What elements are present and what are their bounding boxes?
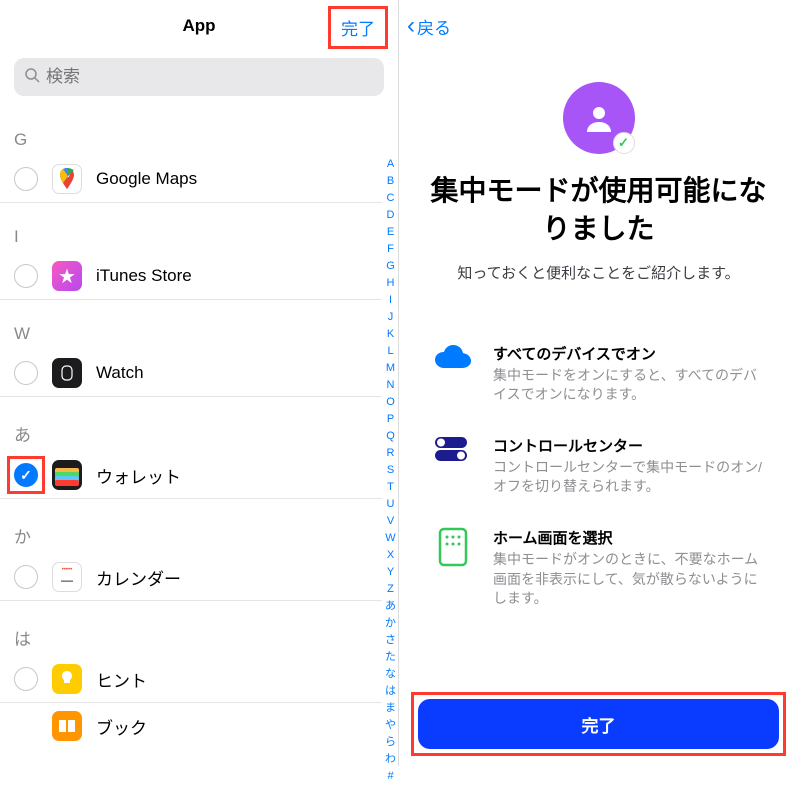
index-letter[interactable]: Q	[385, 428, 396, 445]
index-letter[interactable]: さ	[385, 632, 396, 649]
index-letter[interactable]: O	[385, 394, 396, 411]
app-row-itunes[interactable]: ★ iTunes Store	[0, 253, 382, 300]
feature-title: コントロールセンター	[493, 435, 766, 456]
app-row-watch[interactable]: Watch	[0, 350, 382, 397]
index-bar[interactable]: ABCDEFGHIJKLMNOPQRSTUVWXYZあかさたなはまやらわ#	[385, 156, 396, 785]
select-radio[interactable]	[14, 565, 38, 589]
index-letter[interactable]: #	[385, 768, 396, 785]
index-letter[interactable]: P	[385, 411, 396, 428]
app-label: ヒント	[96, 667, 147, 692]
index-letter[interactable]: R	[385, 445, 396, 462]
app-icon-watch	[52, 358, 82, 388]
hero-title: 集中モードが使用可能になりました	[419, 172, 778, 248]
index-letter[interactable]: H	[385, 275, 396, 292]
index-letter[interactable]: M	[385, 360, 396, 377]
index-letter[interactable]: C	[385, 190, 396, 207]
back-label: 戻る	[417, 14, 451, 39]
index-letter[interactable]: D	[385, 207, 396, 224]
search-input[interactable]	[14, 58, 384, 96]
feature-title: ホーム画面を選択	[493, 527, 766, 548]
index-letter[interactable]: V	[385, 513, 396, 530]
app-label: Watch	[96, 363, 144, 383]
index-letter[interactable]: K	[385, 326, 396, 343]
select-radio[interactable]	[14, 361, 38, 385]
section-header-ha: は	[0, 601, 382, 656]
index-letter[interactable]: あ	[385, 598, 396, 615]
index-letter[interactable]: E	[385, 224, 396, 241]
app-label: ウォレット	[96, 463, 181, 488]
feature-title: すべてのデバイスでオン	[493, 343, 766, 364]
app-label: ブック	[96, 714, 147, 739]
app-icon-google-maps	[52, 164, 82, 194]
app-label: Google Maps	[96, 169, 197, 189]
back-button[interactable]: ‹ 戻る	[407, 14, 451, 39]
app-label: カレンダー	[96, 565, 181, 590]
check-badge-icon: ✓	[613, 132, 635, 154]
hero-subtitle: 知っておくと便利なことをご紹介します。	[419, 262, 778, 283]
select-radio[interactable]	[14, 667, 38, 691]
app-row-wallet[interactable]: ウォレット	[0, 452, 382, 499]
page-title: App	[182, 16, 215, 36]
index-letter[interactable]: F	[385, 241, 396, 258]
section-header-g: G	[0, 106, 382, 156]
index-letter[interactable]: は	[385, 683, 396, 700]
index-letter[interactable]: ま	[385, 700, 396, 717]
app-icon-books	[52, 711, 82, 741]
index-letter[interactable]: T	[385, 479, 396, 496]
app-icon-tips	[52, 664, 82, 694]
index-letter[interactable]: Y	[385, 564, 396, 581]
select-radio[interactable]	[14, 264, 38, 288]
index-letter[interactable]: か	[385, 615, 396, 632]
index-letter[interactable]: X	[385, 547, 396, 564]
feature-desc: コントロールセンターで集中モードのオン/オフを切り替えられます。	[493, 458, 766, 497]
toggle-icon	[431, 435, 475, 497]
index-letter[interactable]: ら	[385, 734, 396, 751]
done-button[interactable]: 完了	[328, 6, 388, 49]
app-row-google-maps[interactable]: Google Maps	[0, 156, 382, 203]
app-icon-wallet	[52, 460, 82, 490]
index-letter[interactable]: J	[385, 309, 396, 326]
index-letter[interactable]: や	[385, 717, 396, 734]
feature-control-center: コントロールセンター コントロールセンターで集中モードのオン/オフを切り替えられ…	[431, 435, 766, 497]
index-letter[interactable]: Z	[385, 581, 396, 598]
index-letter[interactable]: I	[385, 292, 396, 309]
select-radio[interactable]	[14, 167, 38, 191]
search-icon	[24, 67, 40, 88]
app-icon-calendar: ••••• —	[52, 562, 82, 592]
feature-all-devices: すべてのデバイスでオン 集中モードをオンにすると、すべてのデバイスでオンになりま…	[431, 343, 766, 405]
app-row-calendar[interactable]: ••••• — カレンダー	[0, 554, 382, 601]
app-icon-itunes: ★	[52, 261, 82, 291]
section-header-a: あ	[0, 397, 382, 452]
index-letter[interactable]: N	[385, 377, 396, 394]
section-header-w: W	[0, 300, 382, 350]
index-letter[interactable]: た	[385, 649, 396, 666]
index-letter[interactable]: L	[385, 343, 396, 360]
index-letter[interactable]: G	[385, 258, 396, 275]
feature-desc: 集中モードをオンにすると、すべてのデバイスでオンになります。	[493, 366, 766, 405]
search-field[interactable]	[46, 67, 374, 87]
index-letter[interactable]: S	[385, 462, 396, 479]
homescreen-icon	[431, 527, 475, 609]
app-row-books[interactable]: ブック	[0, 703, 382, 749]
index-letter[interactable]: W	[385, 530, 396, 547]
done-primary-button[interactable]: 完了	[418, 699, 779, 749]
section-header-ka: か	[0, 499, 382, 554]
cloud-icon	[431, 343, 475, 405]
app-row-tips[interactable]: ヒント	[0, 656, 382, 703]
feature-home-screen: ホーム画面を選択 集中モードがオンのときに、不要なホーム画面を非表示にして、気が…	[431, 527, 766, 609]
chevron-left-icon: ‹	[407, 14, 415, 38]
index-letter[interactable]: A	[385, 156, 396, 173]
app-label: iTunes Store	[96, 266, 192, 286]
index-letter[interactable]: な	[385, 666, 396, 683]
index-letter[interactable]: B	[385, 173, 396, 190]
select-radio-checked[interactable]	[14, 463, 38, 487]
section-header-i: I	[0, 203, 382, 253]
index-letter[interactable]: わ	[385, 751, 396, 768]
index-letter[interactable]: U	[385, 496, 396, 513]
feature-desc: 集中モードがオンのときに、不要なホーム画面を非表示にして、気が散らないようにしま…	[493, 550, 766, 609]
